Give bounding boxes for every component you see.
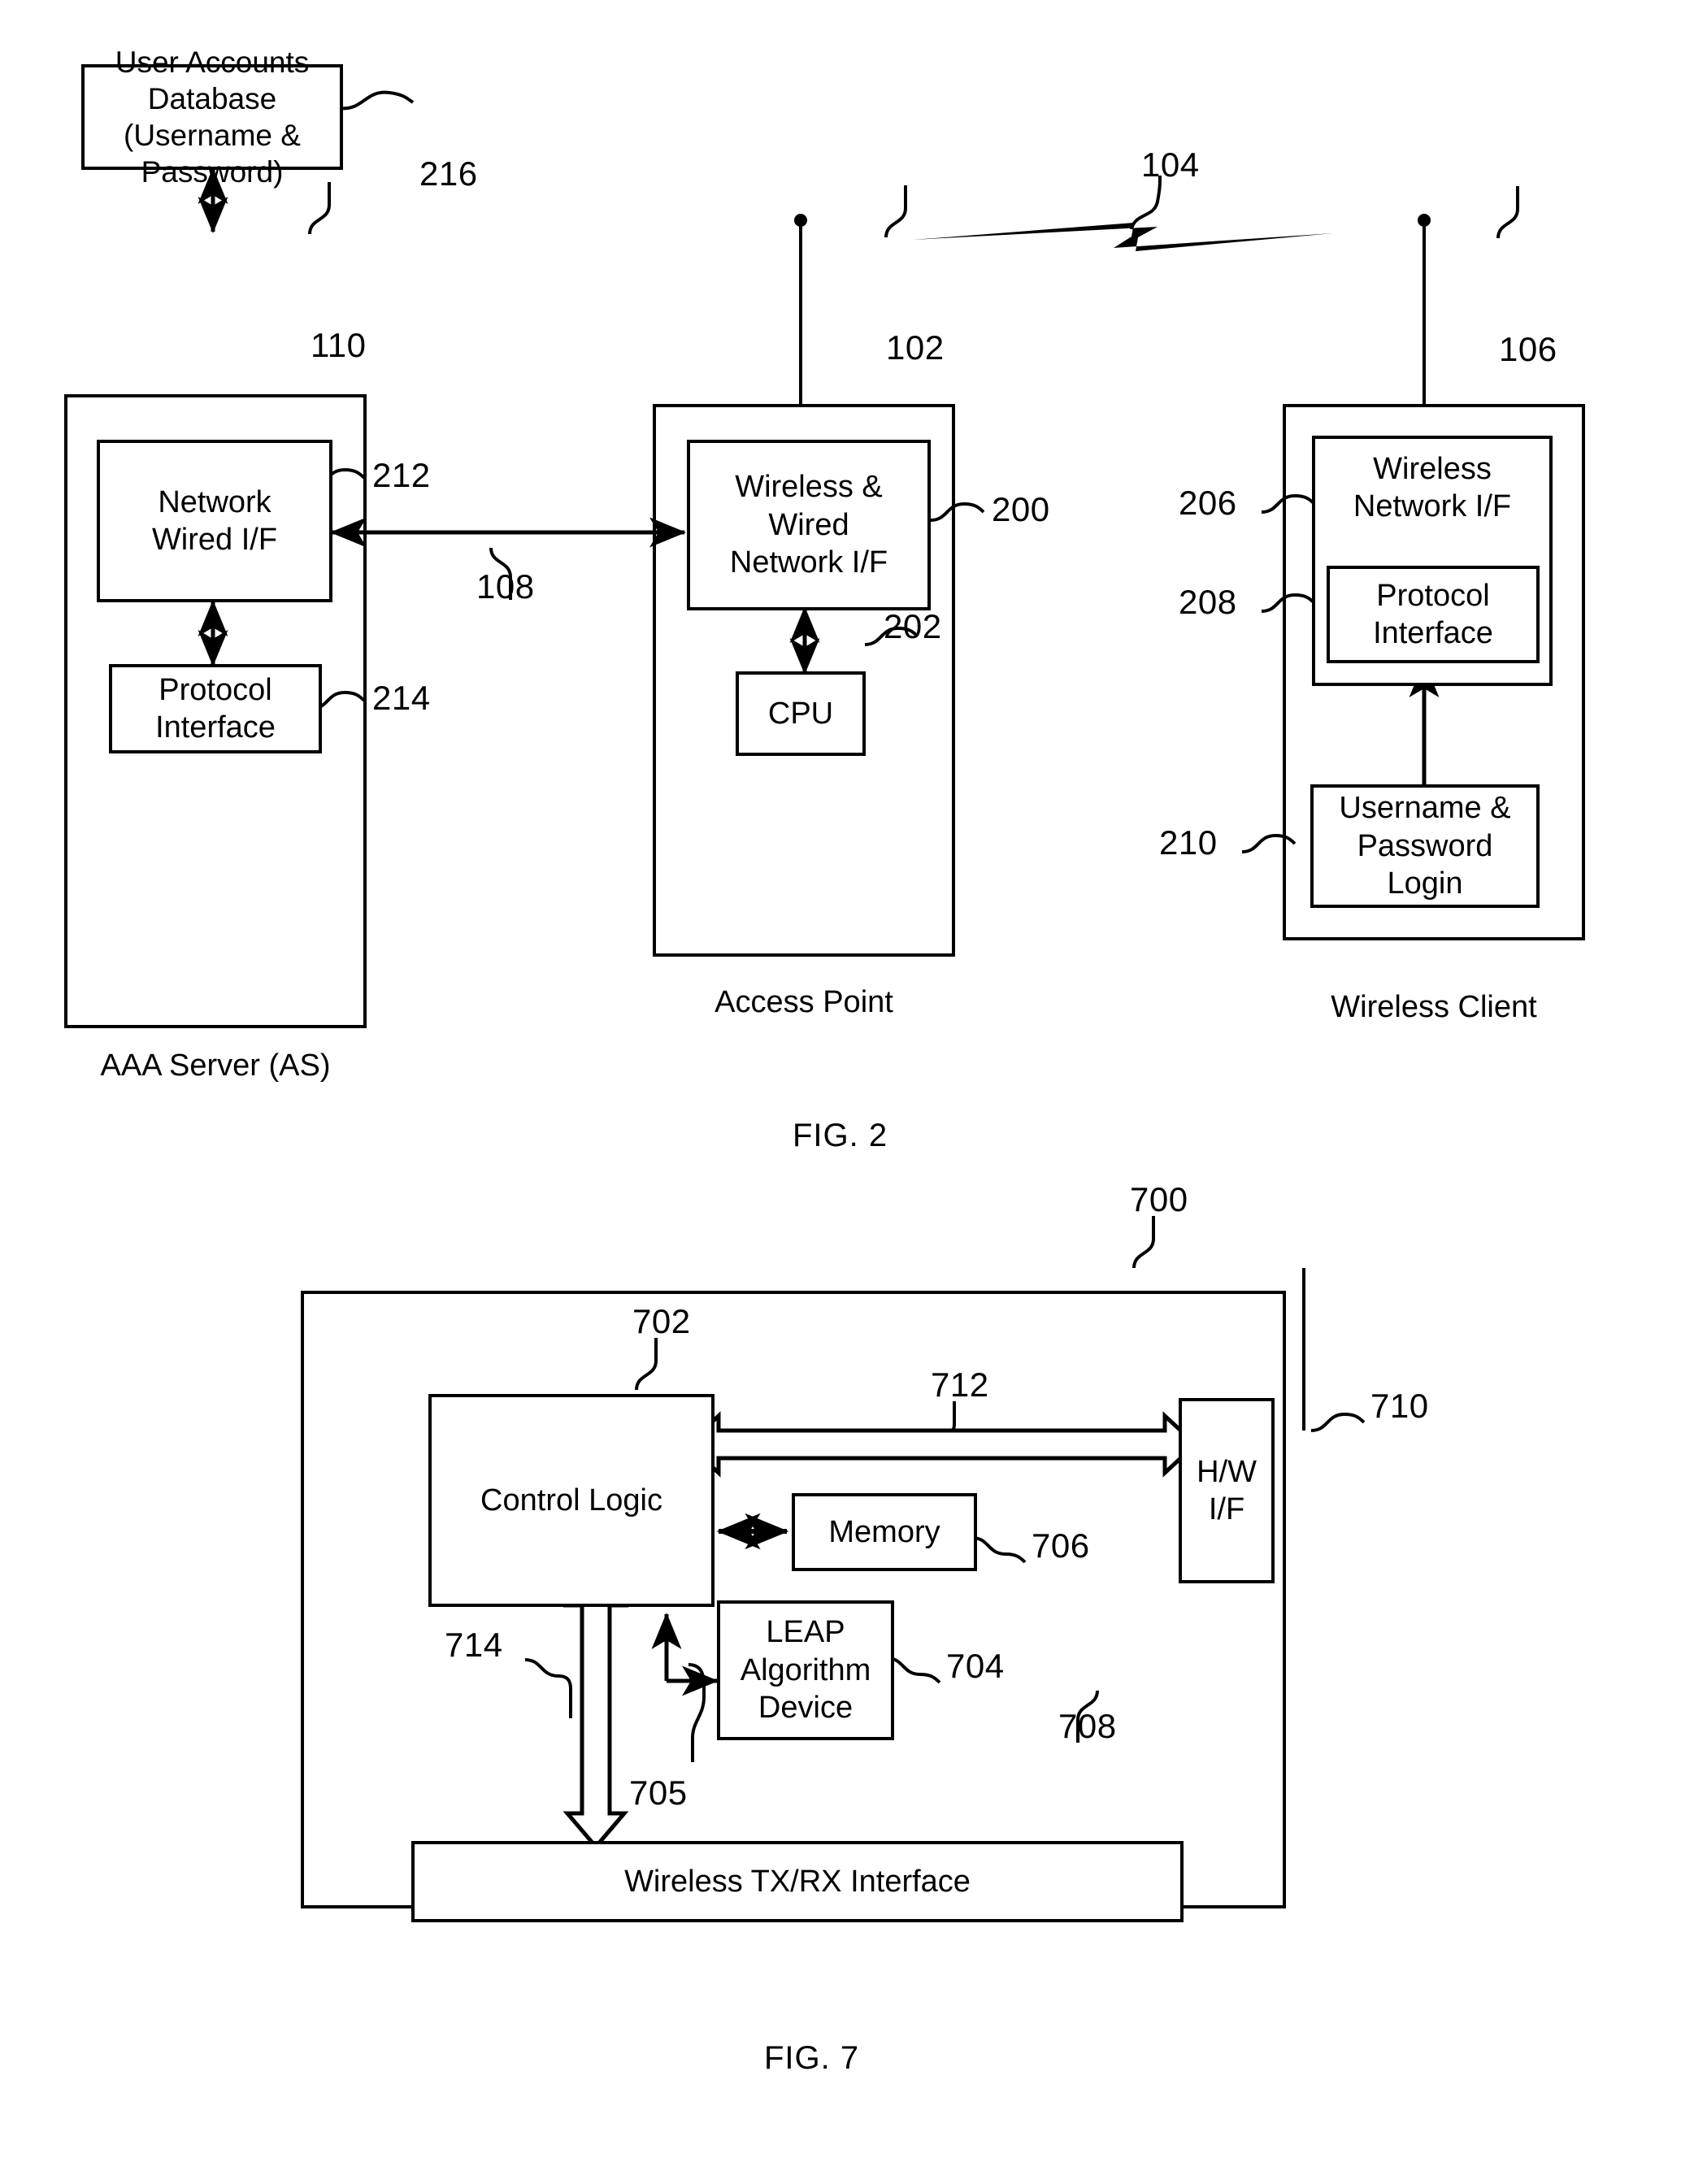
refnum-714: 714 xyxy=(445,1626,503,1664)
refnum-700: 700 xyxy=(1130,1180,1188,1218)
wireless-link-lightning-icon xyxy=(913,223,1333,251)
network-wired-if-box: Network Wired I/F xyxy=(97,440,332,602)
antenna-wireless-client xyxy=(1418,214,1431,404)
leader-106 xyxy=(1496,186,1519,239)
refnum-216: 216 xyxy=(419,154,478,193)
leader-102 xyxy=(884,185,908,238)
protocol-interface-client-box: Protocol Interface xyxy=(1327,566,1540,663)
patent-drawing-sheet: User Accounts Database (Username & Passw… xyxy=(0,0,1681,2184)
antenna-access-point xyxy=(794,214,807,404)
wireless-client-caption: Wireless Client xyxy=(1331,990,1537,1024)
figure-label-fig2: FIG. 2 xyxy=(793,1118,888,1153)
refnum-708: 708 xyxy=(1058,1707,1117,1745)
leader-710 xyxy=(1310,1412,1366,1432)
refnum-702: 702 xyxy=(632,1302,691,1340)
refnum-212: 212 xyxy=(372,456,431,494)
refnum-106: 106 xyxy=(1499,330,1557,368)
refnum-104: 104 xyxy=(1141,145,1200,184)
refnum-208: 208 xyxy=(1179,583,1237,621)
refnum-202: 202 xyxy=(884,607,942,645)
refnum-108: 108 xyxy=(476,567,535,606)
refnum-712: 712 xyxy=(931,1366,989,1404)
refnum-210: 210 xyxy=(1159,823,1218,862)
refnum-710: 710 xyxy=(1370,1387,1429,1425)
memory-box: Memory xyxy=(792,1493,977,1571)
hw-if-box: H/W I/F xyxy=(1179,1398,1275,1583)
refnum-206: 206 xyxy=(1179,484,1237,522)
aaa-server-caption: AAA Server (AS) xyxy=(100,1049,331,1083)
username-password-login-box: Username & Password Login xyxy=(1310,784,1540,908)
protocol-interface-as-box: Protocol Interface xyxy=(109,664,322,753)
refnum-704: 704 xyxy=(946,1647,1005,1685)
wireless-txrx-interface-box: Wireless TX/RX Interface xyxy=(411,1841,1184,1922)
control-logic-box: Control Logic xyxy=(428,1394,715,1607)
refnum-102: 102 xyxy=(886,328,945,367)
refnum-200: 200 xyxy=(992,490,1050,528)
refnum-110: 110 xyxy=(311,326,367,364)
wireless-wired-network-if-box: Wireless & Wired Network I/F xyxy=(687,440,931,610)
access-point-caption: Access Point xyxy=(715,985,893,1019)
user-accounts-database-box: User Accounts Database (Username & Passw… xyxy=(81,46,343,189)
leader-110 xyxy=(308,182,331,235)
cpu-box: CPU xyxy=(736,671,866,756)
refnum-214: 214 xyxy=(372,679,431,717)
figure-label-fig7: FIG. 7 xyxy=(764,2040,860,2076)
leader-700 xyxy=(1132,1216,1155,1269)
leap-algorithm-device-box: LEAP Algorithm Device xyxy=(717,1600,894,1740)
refnum-705: 705 xyxy=(629,1774,688,1812)
refnum-706: 706 xyxy=(1032,1526,1090,1565)
leader-216 xyxy=(338,90,415,111)
